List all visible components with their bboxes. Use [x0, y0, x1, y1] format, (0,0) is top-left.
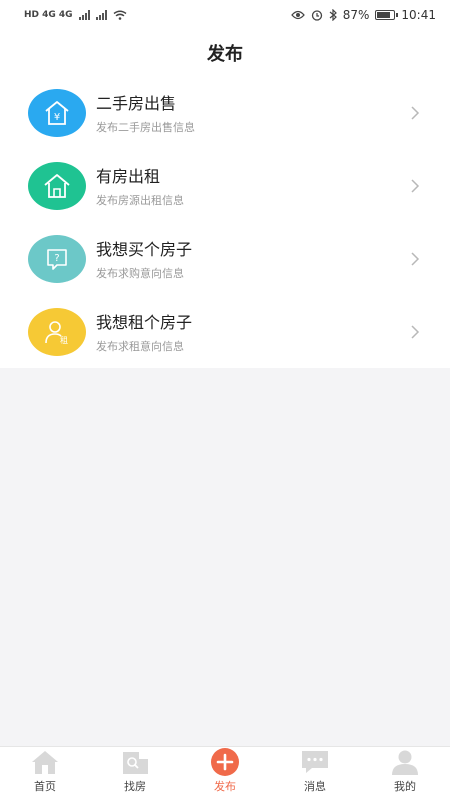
option-title: 有房出租 — [96, 167, 161, 186]
bottom-tab-bar: 首页 找房 发布 消息 我的 — [0, 746, 450, 800]
network-text: HD 4G 4G — [24, 10, 73, 20]
icon-badge: 租 — [28, 307, 86, 356]
battery-icon — [375, 10, 399, 20]
signal-icon — [78, 10, 90, 20]
publish-options-list: ¥ 二手房出售 发布二手房出售信息 有房出租 发布房源出租信息 ? 我想买个房子… — [0, 76, 450, 368]
tab-find-house[interactable]: 找房 — [90, 747, 180, 800]
option-title: 二手房出售 — [96, 94, 177, 113]
chevron-right-icon — [411, 178, 420, 193]
eye-icon — [290, 10, 305, 20]
network-indicators: HD 4G 4G — [24, 10, 127, 20]
tab-mine[interactable]: 我的 — [360, 747, 450, 800]
option-subtitle: 发布二手房出售信息 — [96, 121, 195, 134]
chevron-right-icon — [411, 324, 420, 339]
tab-label: 我的 — [394, 780, 416, 793]
option-title: 我想租个房子 — [96, 313, 193, 332]
option-rent-out[interactable]: 有房出租 发布房源出租信息 — [0, 149, 450, 222]
battery-percent: 87% — [342, 8, 370, 22]
tab-messages[interactable]: 消息 — [270, 747, 360, 800]
chevron-right-icon — [411, 251, 420, 266]
signal-icon-2 — [95, 10, 107, 20]
search-house-icon — [120, 749, 150, 775]
tab-publish[interactable]: 发布 — [180, 747, 270, 800]
tab-label: 首页 — [34, 780, 56, 793]
svg-text:?: ? — [54, 253, 59, 264]
home-icon — [30, 749, 60, 775]
option-subtitle: 发布求购意向信息 — [96, 267, 184, 280]
person-rent-icon: 租 — [45, 320, 68, 345]
icon-badge — [28, 161, 86, 210]
option-title: 我想买个房子 — [96, 240, 193, 259]
house-icon — [44, 173, 70, 198]
plus-circle-icon — [210, 748, 240, 776]
message-icon — [300, 749, 330, 775]
page-header: 发布 — [0, 30, 450, 76]
option-want-buy[interactable]: ? 我想买个房子 发布求购意向信息 — [0, 222, 450, 295]
question-chat-icon: ? — [47, 248, 67, 270]
option-subtitle: 发布求租意向信息 — [96, 340, 184, 353]
chevron-right-icon — [411, 105, 420, 120]
tab-label: 消息 — [304, 780, 326, 793]
tab-label: 发布 — [214, 780, 236, 793]
icon-badge: ? — [28, 234, 86, 283]
option-want-rent[interactable]: 租 我想租个房子 发布求租意向信息 — [0, 295, 450, 368]
option-sell-house[interactable]: ¥ 二手房出售 发布二手房出售信息 — [0, 76, 450, 149]
house-yuan-icon: ¥ — [45, 100, 69, 125]
clock: 10:41 — [401, 8, 436, 22]
option-subtitle: 发布房源出租信息 — [96, 194, 184, 207]
page-title: 发布 — [207, 44, 243, 65]
svg-text:租: 租 — [60, 336, 68, 345]
svg-text:¥: ¥ — [54, 112, 60, 123]
status-bar: HD 4G 4G 87% 10:41 — [0, 0, 450, 30]
icon-badge: ¥ — [28, 88, 86, 137]
wifi-icon — [113, 10, 127, 20]
status-right: 87% 10:41 — [290, 8, 436, 22]
alarm-icon — [311, 10, 322, 21]
user-icon — [390, 749, 420, 775]
tab-label: 找房 — [124, 780, 146, 793]
tab-home[interactable]: 首页 — [0, 747, 90, 800]
bluetooth-icon — [329, 9, 337, 21]
